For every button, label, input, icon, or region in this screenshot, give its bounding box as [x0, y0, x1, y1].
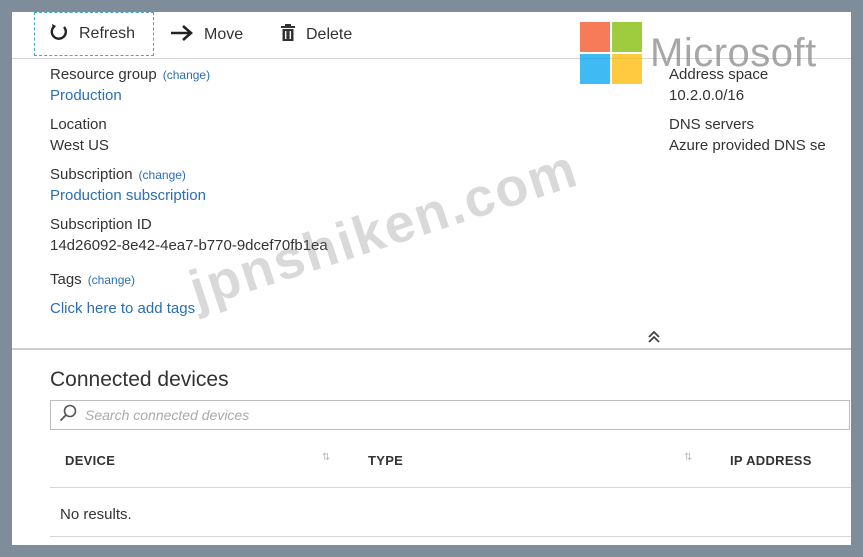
move-button[interactable]: Move — [170, 12, 243, 58]
subscription-value[interactable]: Production subscription — [50, 187, 206, 204]
resource-panel: Refresh Move Delete Resource group (chang… — [12, 12, 851, 545]
location-value: West US — [50, 137, 109, 154]
logo-square-green — [612, 22, 642, 52]
resource-group-value[interactable]: Production — [50, 87, 122, 104]
connected-devices-title: Connected devices — [50, 368, 229, 391]
table-bottom-divider — [50, 536, 851, 537]
logo-square-yellow — [612, 54, 642, 84]
delete-button[interactable]: Delete — [280, 12, 352, 58]
resource-group-change-link[interactable]: (change) — [163, 68, 210, 82]
trash-icon — [280, 23, 296, 47]
search-icon — [59, 404, 77, 427]
table-header-divider — [50, 487, 851, 488]
resource-group-label: Resource group (change) — [50, 66, 211, 83]
sort-icon[interactable]: ⇅ — [684, 452, 692, 463]
address-space-value: 10.2.0.0/16 — [669, 87, 745, 104]
refresh-button[interactable]: Refresh — [34, 12, 154, 56]
search-box[interactable] — [50, 400, 850, 430]
windows-logo-icon — [580, 22, 642, 84]
refresh-icon — [49, 22, 69, 47]
logo-square-blue — [580, 54, 610, 84]
sort-icon[interactable]: ⇅ — [322, 452, 330, 463]
tags-label: Tags (change) — [50, 271, 136, 288]
location-label: Location — [50, 116, 107, 133]
subscription-label: Subscription (change) — [50, 166, 186, 183]
arrow-right-icon — [170, 24, 194, 47]
section-divider — [12, 348, 851, 350]
subscription-id-label: Subscription ID — [50, 216, 152, 233]
search-input[interactable] — [83, 406, 787, 424]
dns-servers-value: Azure provided DNS se — [669, 137, 826, 154]
logo-square-red — [580, 22, 610, 52]
column-type[interactable]: TYPE — [368, 453, 403, 468]
dns-servers-label: DNS servers — [669, 116, 755, 133]
move-label: Move — [204, 26, 244, 43]
microsoft-wordmark: Microsoft — [650, 30, 817, 75]
tags-change-link[interactable]: (change) — [88, 273, 135, 287]
microsoft-logo: Microsoft — [580, 22, 817, 84]
add-tags-link[interactable]: Click here to add tags — [50, 300, 195, 317]
refresh-label: Refresh — [79, 25, 136, 42]
empty-state-text: No results. — [60, 506, 132, 523]
column-device[interactable]: DEVICE — [65, 453, 115, 468]
delete-label: Delete — [306, 26, 353, 43]
column-ip-address[interactable]: IP ADDRESS — [730, 453, 812, 468]
watermark-text: jpnshiken.com — [182, 138, 586, 321]
double-chevron-up-icon[interactable] — [648, 330, 660, 347]
subscription-change-link[interactable]: (change) — [139, 168, 186, 182]
